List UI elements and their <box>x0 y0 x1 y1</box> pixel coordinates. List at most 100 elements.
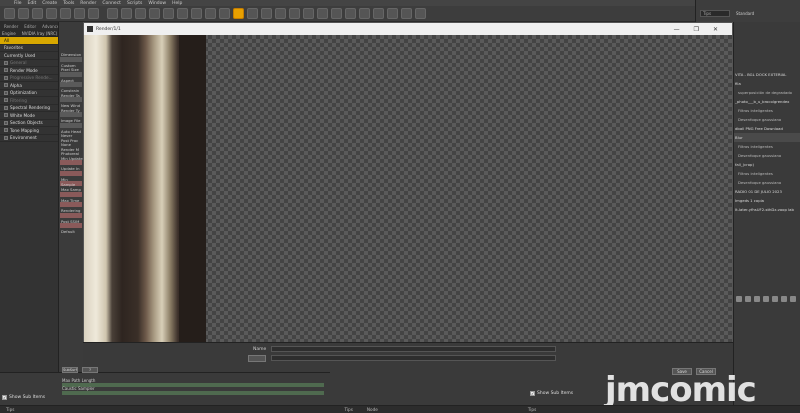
prop-value[interactable] <box>60 112 82 117</box>
menu-edit[interactable]: Edit <box>28 1 37 6</box>
layer-row[interactable]: Imgeds 1 copia <box>734 196 800 205</box>
save-as-icon[interactable] <box>46 8 57 19</box>
tips-tab[interactable]: Tips <box>344 407 352 412</box>
show-sub-items-checkbox[interactable]: ✓ Show Sub Items <box>530 391 573 396</box>
category-tone-mapping[interactable]: Tone Mapping <box>0 127 58 135</box>
layer-effect-row[interactable]: Filtros inteligentes <box>734 169 800 178</box>
tab-render[interactable]: Render <box>4 24 18 29</box>
layer-effect-row[interactable]: superposición de degradado <box>734 88 800 97</box>
expand-icon[interactable] <box>4 98 8 103</box>
export-icon[interactable] <box>88 8 99 19</box>
show-sub-items-checkbox[interactable]: ✓ Show Sub Items <box>2 395 45 400</box>
merge-icon[interactable] <box>60 8 71 19</box>
layer-row[interactable]: VITA - BGL DOCK EXTERIAL <box>734 70 800 79</box>
link-icon[interactable] <box>387 8 398 19</box>
caustic-sampler-slider[interactable] <box>62 391 324 395</box>
save-icon[interactable] <box>32 8 43 19</box>
menu-connect[interactable]: Connect <box>102 1 121 6</box>
menu-tools[interactable]: Tools <box>63 1 74 6</box>
expand-icon[interactable] <box>4 68 8 73</box>
undo-icon[interactable] <box>107 8 118 19</box>
transform-icon[interactable] <box>205 8 216 19</box>
adjustment-icon[interactable] <box>763 296 769 302</box>
render-settings-icon[interactable] <box>233 8 244 19</box>
checkbox-icon[interactable]: ✓ <box>2 395 7 400</box>
layer-row[interactable]: It-later-yfhsUF2-sthDz-voop lab <box>734 205 800 214</box>
layer-row[interactable]: dball PNG Free Download <box>734 124 800 133</box>
new-file-icon[interactable] <box>4 8 15 19</box>
move-icon[interactable] <box>303 8 314 19</box>
expand-icon[interactable] <box>4 105 8 110</box>
render-icon[interactable] <box>135 8 146 19</box>
filter-field[interactable] <box>271 355 556 361</box>
category-alpha[interactable]: Alpha <box>0 82 58 90</box>
menu-help[interactable]: Help <box>172 1 182 6</box>
expand-icon[interactable] <box>4 120 8 125</box>
tips-search-field[interactable]: Tips <box>700 10 730 17</box>
tips-tab[interactable]: Tips <box>528 407 536 412</box>
close-icon[interactable]: ✕ <box>713 26 718 33</box>
layer-effect-row[interactable]: Desenfoque gaussiano <box>734 151 800 160</box>
max-path-length-slider[interactable] <box>62 383 324 387</box>
expand-icon[interactable] <box>4 60 8 65</box>
prop-slider[interactable] <box>60 212 82 218</box>
help-button[interactable]: ? <box>82 367 98 373</box>
menu-scripts[interactable]: Scripts <box>127 1 142 6</box>
expand-icon[interactable] <box>4 75 8 80</box>
restore-icon[interactable]: ❐ <box>694 26 699 33</box>
universal-tool-icon[interactable] <box>247 8 258 19</box>
name-field[interactable] <box>271 346 556 352</box>
link-layers-icon[interactable] <box>736 296 742 302</box>
pose-tool-icon[interactable] <box>149 8 160 19</box>
rotate-icon[interactable] <box>289 8 300 19</box>
category-progressive-rendering[interactable]: Progressive Rende... <box>0 75 58 82</box>
layer-row[interactable]: fila <box>734 79 800 88</box>
minimize-icon[interactable]: — <box>674 26 680 33</box>
prop-slider[interactable] <box>60 160 82 165</box>
prop-value[interactable] <box>60 122 82 128</box>
prop-value[interactable] <box>60 97 82 102</box>
figure-icon[interactable] <box>191 8 202 19</box>
category-filtering[interactable]: Filtering <box>0 97 58 105</box>
animate-icon[interactable] <box>401 8 412 19</box>
prop-slider[interactable] <box>60 170 82 176</box>
layer-effect-row[interactable]: Filtros inteligentes <box>734 106 800 115</box>
active-pose-icon[interactable] <box>275 8 286 19</box>
prop-slider[interactable] <box>60 191 82 197</box>
prop-slider[interactable] <box>60 202 82 207</box>
subsurf-button[interactable]: SubSurf <box>62 367 78 373</box>
expand-icon[interactable] <box>4 135 8 140</box>
new-layer-icon[interactable] <box>781 296 787 302</box>
spot-render-icon[interactable] <box>359 8 370 19</box>
layout-standard-label[interactable]: Standard <box>736 11 754 16</box>
prop-value[interactable] <box>60 56 82 62</box>
expand-icon[interactable] <box>4 113 8 118</box>
engine-value[interactable]: NVIDIA Iray (NRC) <box>22 31 58 36</box>
redo-icon[interactable] <box>121 8 132 19</box>
category-favorites[interactable]: Favorites <box>0 45 58 52</box>
tips-tab[interactable]: Tips <box>6 407 14 412</box>
mask-icon[interactable] <box>754 296 760 302</box>
aim-icon[interactable] <box>373 8 384 19</box>
tab-editor[interactable]: Editor <box>24 24 36 29</box>
open-file-icon[interactable] <box>18 8 29 19</box>
category-render-mode[interactable]: Render Mode <box>0 67 58 75</box>
expand-icon[interactable] <box>4 83 8 88</box>
expand-icon[interactable] <box>4 128 8 133</box>
layer-effect-row[interactable]: Desenfoque gaussiano <box>734 178 800 187</box>
category-spectral-rendering[interactable]: Spectral Rendering <box>0 105 58 112</box>
category-general[interactable]: General <box>0 60 58 67</box>
node-icon[interactable] <box>163 8 174 19</box>
expand-icon[interactable] <box>4 90 8 95</box>
layer-row-selected[interactable]: Blur <box>734 133 800 142</box>
view-combo[interactable] <box>248 355 266 362</box>
node-tab[interactable]: Node <box>367 407 378 412</box>
category-white-mode[interactable]: White Mode <box>0 112 58 120</box>
layer-effect-row[interactable]: Desenfoque gaussiano <box>734 115 800 124</box>
prop-value[interactable] <box>60 71 82 77</box>
category-optimization[interactable]: Optimization <box>0 90 58 97</box>
layer-row[interactable]: fall_(crop) <box>734 160 800 169</box>
menu-file[interactable]: File <box>14 1 22 6</box>
category-all[interactable]: All <box>0 37 58 45</box>
region-icon[interactable] <box>219 8 230 19</box>
